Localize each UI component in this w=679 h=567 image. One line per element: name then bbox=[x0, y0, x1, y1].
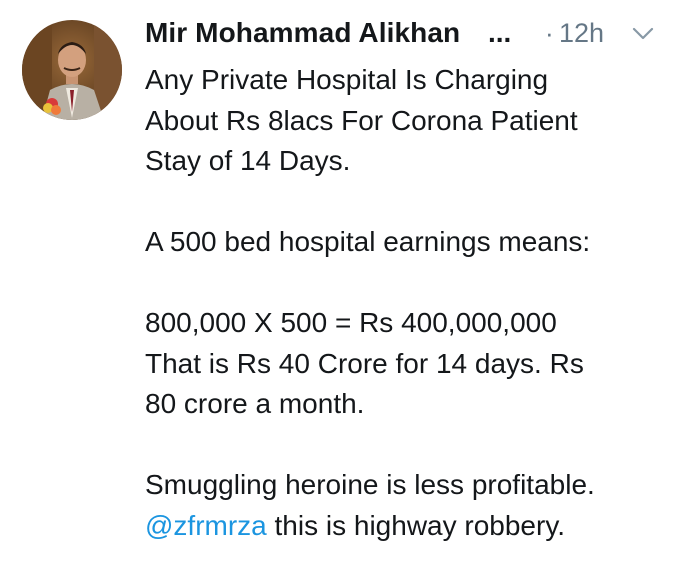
tweet-text-line: 80 crore a month. bbox=[145, 388, 365, 419]
display-name[interactable]: Mir Mohammad Alikhan bbox=[145, 17, 460, 49]
tweet-text-line: About Rs 8lacs For Corona Patient bbox=[145, 104, 578, 136]
avatar-image bbox=[22, 20, 122, 120]
tweet-text-line: Stay of 14 Days. bbox=[145, 145, 351, 176]
tweet-text-line: 800,000 X 500 = Rs 400,000,000 bbox=[145, 307, 557, 338]
avatar[interactable] bbox=[22, 20, 122, 120]
tweet: Mir Mohammad Alikhan ... · 12h Any Priva… bbox=[0, 0, 679, 567]
tweet-text-fragment: this is highway robbery. bbox=[266, 509, 566, 541]
tweet-text-line: A 500 bed hospital earnings means: bbox=[145, 226, 591, 257]
tweet-text-line: Smuggling heroine is less profitable. bbox=[145, 469, 595, 500]
tweet-text: Any Private Hospital Is Charging About R… bbox=[145, 60, 665, 546]
mention-link[interactable]: @zfrmrza bbox=[145, 510, 267, 541]
chevron-down-icon[interactable] bbox=[632, 26, 654, 42]
timestamp[interactable]: 12h bbox=[559, 18, 604, 49]
tweet-text-line-mention: @zfrmrza this is highway robbery. bbox=[145, 506, 665, 547]
tweet-text-line: Any Private Hospital Is Charging bbox=[145, 64, 549, 95]
tweet-text-line: That is Rs 40 Crore for 14 days. Rs bbox=[145, 347, 584, 379]
separator-dot: · bbox=[545, 18, 554, 48]
name-truncation: ... bbox=[488, 17, 512, 48]
tweet-header: Mir Mohammad Alikhan ... · 12h bbox=[145, 14, 665, 54]
